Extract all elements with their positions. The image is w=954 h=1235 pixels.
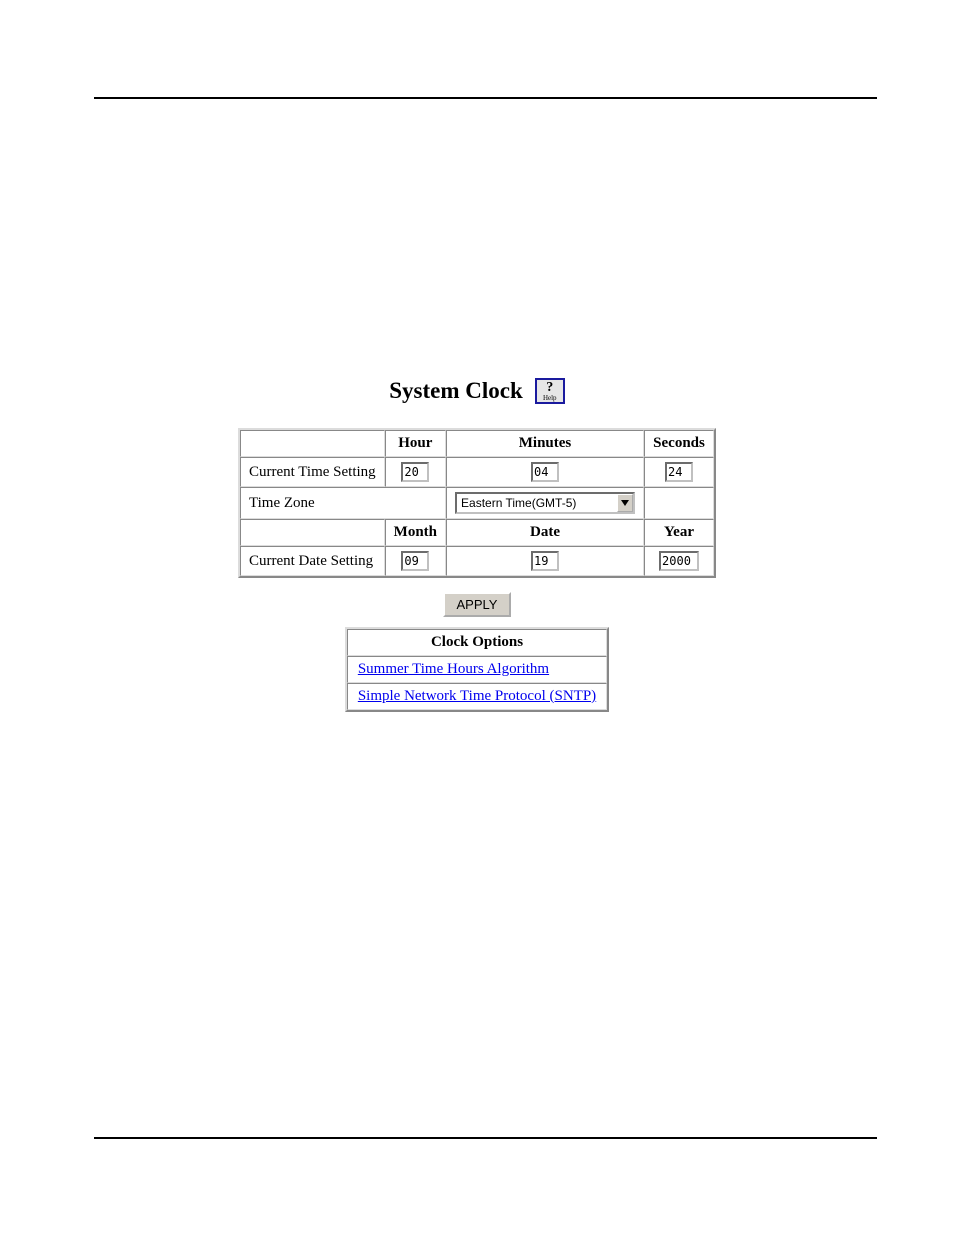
blank-header <box>240 430 385 457</box>
date-header: Date <box>446 519 644 546</box>
horizontal-rule-bottom <box>94 1137 877 1139</box>
help-icon-label: Help <box>543 395 557 402</box>
timezone-blank-cell <box>644 487 714 519</box>
minutes-input[interactable] <box>531 462 559 482</box>
timezone-value: Eastern Time(GMT-5) <box>457 494 617 512</box>
horizontal-rule-top <box>94 97 877 99</box>
clock-settings-table: Hour Minutes Seconds Current Time Settin… <box>238 428 716 578</box>
seconds-input[interactable] <box>665 462 693 482</box>
hour-input[interactable] <box>401 462 429 482</box>
current-date-label: Current Date Setting <box>240 546 385 576</box>
clock-options-table: Clock Options Summer Time Hours Algorith… <box>345 627 609 712</box>
dropdown-arrow-icon <box>617 494 633 512</box>
month-input[interactable] <box>401 551 429 571</box>
clock-options-header: Clock Options <box>347 629 607 656</box>
year-input[interactable] <box>659 551 699 571</box>
current-time-label: Current Time Setting <box>240 457 385 487</box>
sntp-link[interactable]: Simple Network Time Protocol (SNTP) <box>358 688 596 704</box>
apply-button[interactable]: APPLY <box>443 592 512 617</box>
time-zone-label: Time Zone <box>240 487 446 519</box>
month-header: Month <box>385 519 446 546</box>
year-header: Year <box>644 519 714 546</box>
blank-header-2 <box>240 519 385 546</box>
help-icon-glyph: ? <box>546 381 553 395</box>
minutes-header: Minutes <box>446 430 644 457</box>
page-title: System Clock <box>389 378 523 404</box>
timezone-select[interactable]: Eastern Time(GMT-5) <box>455 492 635 514</box>
seconds-header: Seconds <box>644 430 714 457</box>
summer-time-link[interactable]: Summer Time Hours Algorithm <box>358 661 549 677</box>
day-input[interactable] <box>531 551 559 571</box>
help-icon[interactable]: ? Help <box>535 378 565 404</box>
system-clock-panel: System Clock ? Help Hour Minutes Seconds… <box>0 378 954 712</box>
hour-header: Hour <box>385 430 446 457</box>
